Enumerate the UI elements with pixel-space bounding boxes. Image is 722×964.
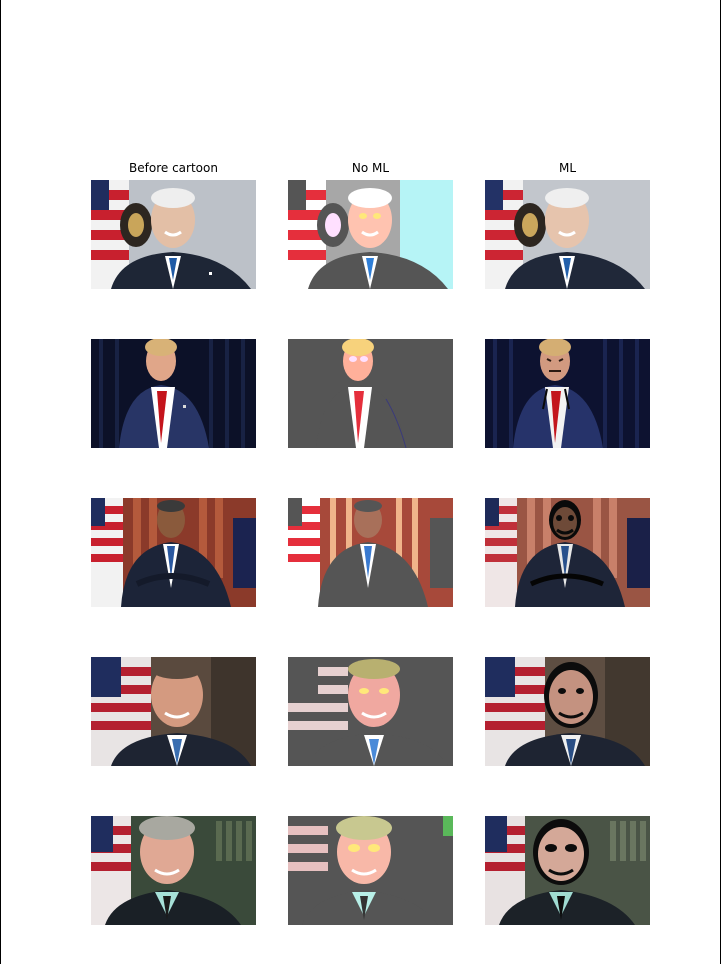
column-title-before-cartoon: Before cartoon [129,161,218,175]
image-obama-ml [485,498,650,607]
page-border-left [0,0,1,964]
image-trump-no-ml [288,339,453,448]
image-obama-original [91,498,256,607]
image-biden-ml [485,180,650,289]
image-clinton-no-ml [288,816,453,925]
column-title-no-ml: No ML [351,161,390,175]
page-border-right [720,0,721,964]
image-bush-original [91,657,256,766]
image-trump-ml [485,339,650,448]
image-obama-no-ml [288,498,453,607]
image-clinton-original [91,816,256,925]
image-clinton-ml [485,816,650,925]
image-biden-original [91,180,256,289]
image-bush-ml [485,657,650,766]
image-bush-no-ml [288,657,453,766]
image-biden-no-ml [288,180,453,289]
column-title-ml: ML [558,161,577,175]
image-trump-original [91,339,256,448]
